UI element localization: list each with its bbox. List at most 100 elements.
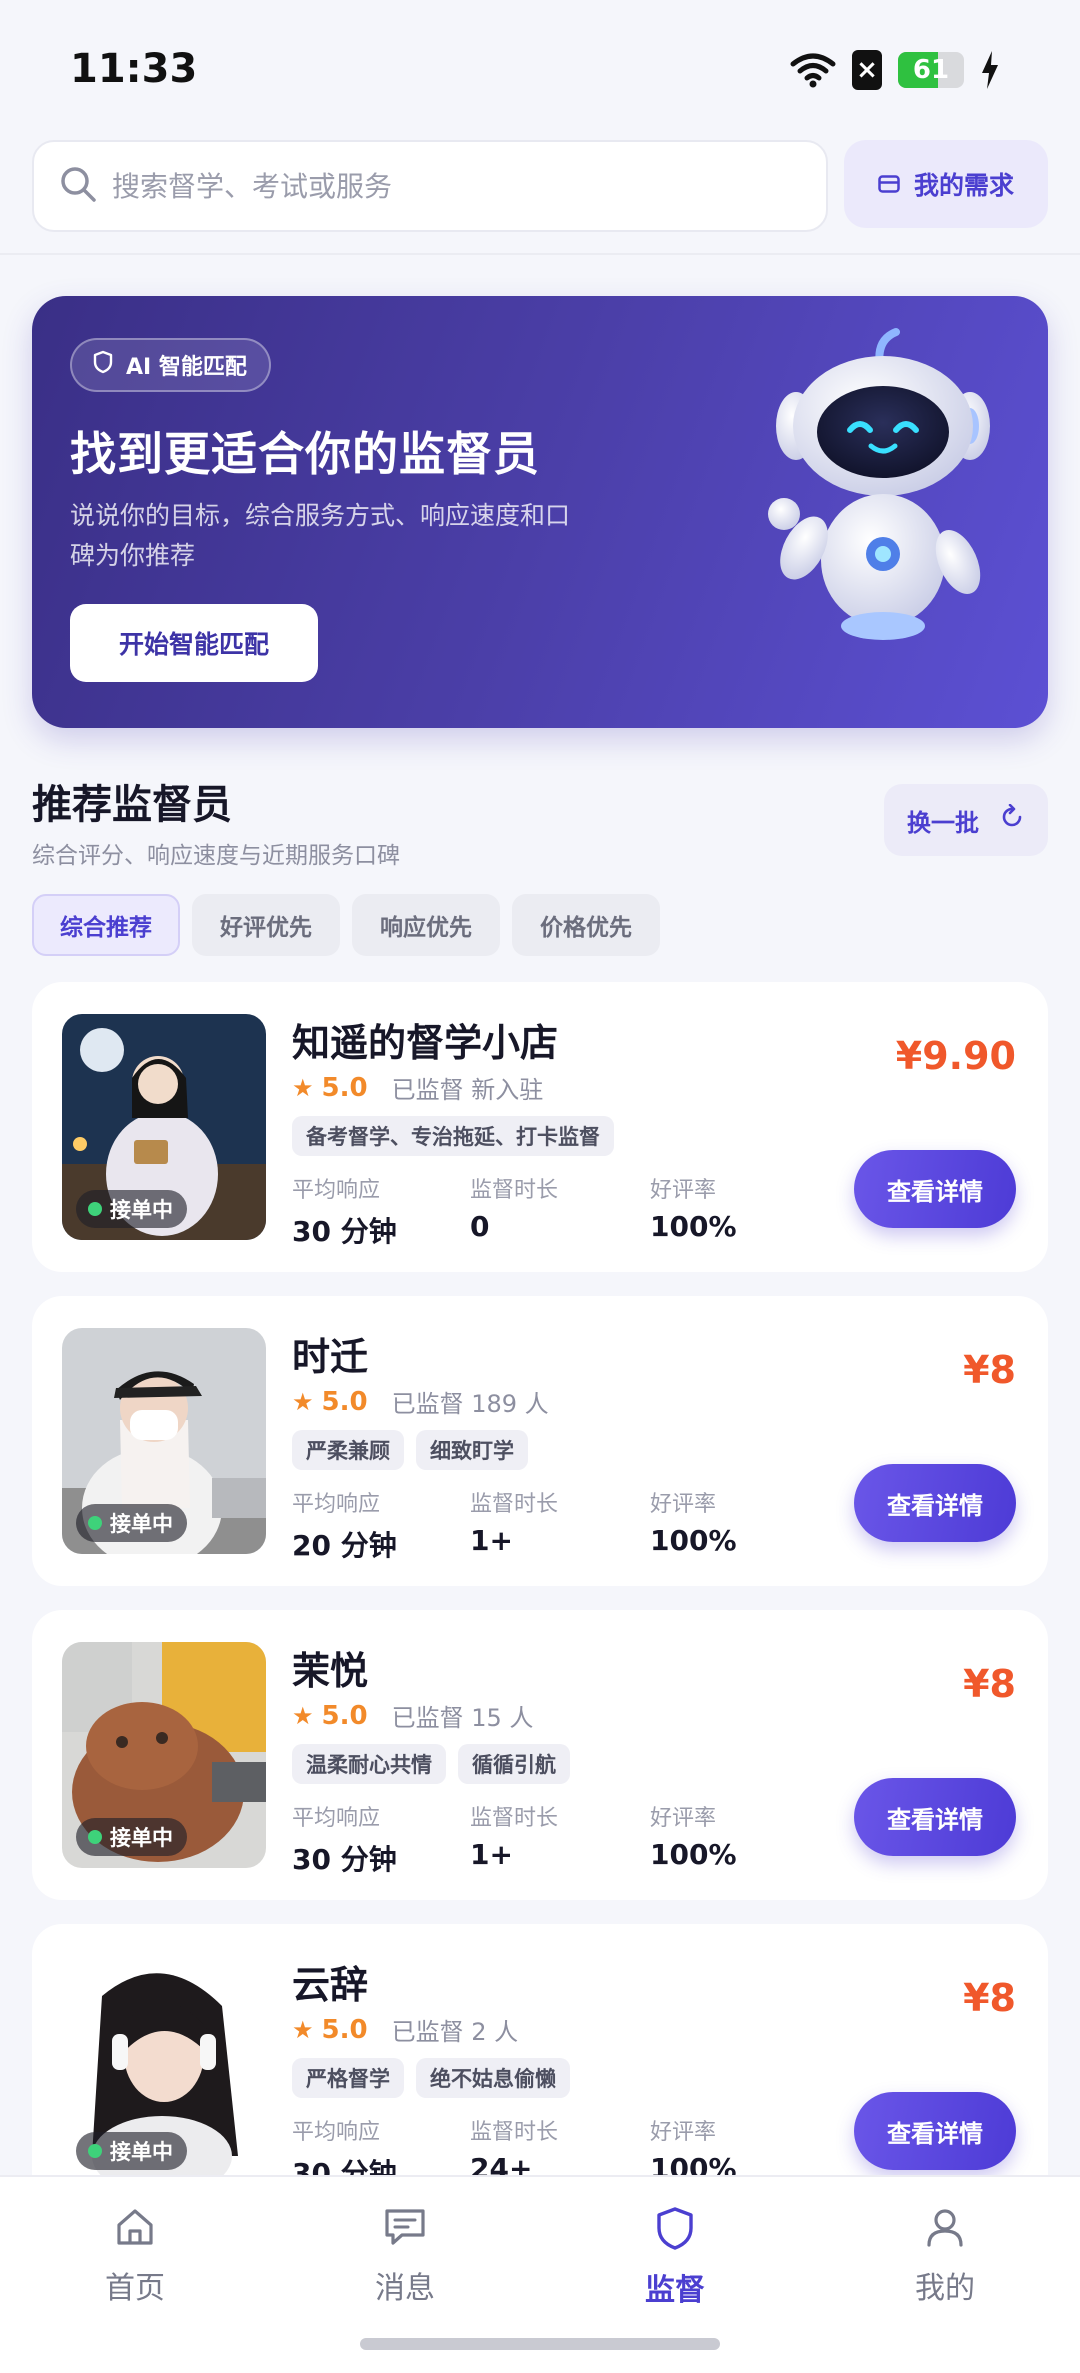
sort-chip-rating[interactable]: 好评优先 [192,894,340,956]
stat-label: 监督时长 [470,2120,559,2145]
sort-chip-response[interactable]: 响应优先 [352,894,500,956]
stats-row: 平均响应 30 分钟 监督时长 0 好评率 100% [292,1172,832,1248]
tab-home[interactable]: 首页 [35,2205,235,2307]
tab-label: 首页 [105,2271,165,2306]
stat-value: 100% [650,1838,737,1871]
tab-messages[interactable]: 消息 [305,2205,505,2307]
view-details-button[interactable]: 查看详情 [854,2092,1016,2170]
supervisor-card[interactable]: 接单中 云辞 ★ 5.0 已监督 2 人 严格督学 绝不姑息偷懒 平均响应 30… [32,1924,1048,2214]
stat-label: 平均响应 [292,1178,381,1203]
star-icon: ★ [292,1701,314,1730]
search-input[interactable] [112,169,792,203]
refresh-label: 换一批 [907,808,979,837]
rating-row: ★ 5.0 已监督 新入驻 [292,1070,543,1105]
tag-list: 温柔耐心共情 循循引航 [292,1744,570,1784]
stat-value: 1+ [470,1838,513,1871]
sort-chip-price[interactable]: 价格优先 [512,894,660,956]
stat-rate: 好评率 100% [650,1486,737,1557]
search-row: 我的需求 [32,140,1048,232]
stat-duration: 监督时长 1+ [470,1486,558,1557]
supervisor-card[interactable]: 接单中 时迁 ★ 5.0 已监督 189 人 严柔兼顾 细致盯学 平均响应 20… [32,1296,1048,1586]
section-subtitle: 综合评分、响应速度与近期服务口碑 [32,843,400,869]
served-count: 已监督 2 人 [391,2018,519,2046]
served-count: 已监督 新入驻 [391,1076,544,1104]
supervisor-name: 茉悦 [292,1649,369,1693]
stat-label: 好评率 [650,2120,717,2145]
battery-icon: 61 [898,52,964,88]
stat-label: 好评率 [650,1178,717,1203]
status-time: 11:33 [70,46,198,92]
stat-value: 1+ [470,1524,513,1557]
avatar: 接单中 [62,1328,266,1554]
status-bar: 11:33 × 61 [0,0,1080,140]
stat-duration: 监督时长 0 [470,1172,558,1243]
tag: 严柔兼顾 [292,1430,404,1470]
stat-value: 30 分钟 [292,1843,397,1876]
status-label: 接单中 [110,2140,173,2164]
online-dot [88,2144,102,2158]
status-label: 接单中 [110,1198,173,1222]
section-title: 推荐监督员 [32,782,232,828]
tab-profile[interactable]: 我的 [845,2205,1045,2307]
refresh-button[interactable]: 换一批 [884,784,1048,856]
online-dot [88,1830,102,1844]
online-dot [88,1202,102,1216]
refresh-icon [999,803,1025,836]
stat-value: 100% [650,1210,737,1243]
status-icons: × 61 [790,50,1000,90]
supervisor-card[interactable]: 接单中 茉悦 ★ 5.0 已监督 15 人 温柔耐心共情 循循引航 平均响应 3… [32,1610,1048,1900]
ai-badge-label: AI 智能匹配 [126,355,247,380]
avatar: 接单中 [62,1642,266,1868]
stat-label: 平均响应 [292,1806,381,1831]
wifi-icon [790,52,836,88]
online-dot [88,1516,102,1530]
tab-supervise[interactable]: 监督 [575,2205,775,2309]
rating-row: ★ 5.0 已监督 189 人 [292,1384,549,1419]
shield-icon [653,2205,697,2251]
star-icon: ★ [292,1073,314,1102]
tag-list: 备考督学、专治拖延、打卡监督 [292,1116,614,1156]
banner-title: 找到更适合你的监督员 [70,427,540,481]
search-box[interactable] [32,140,828,232]
sort-chip-overall[interactable]: 综合推荐 [32,894,180,956]
rating-value: 5.0 [321,1072,368,1103]
supervisor-card[interactable]: 接单中 知遥的督学小店 ★ 5.0 已监督 新入驻 备考督学、专治拖延、打卡监督… [32,982,1048,1272]
supervisor-name: 云辞 [292,1963,369,2007]
tab-label: 消息 [375,2271,435,2306]
stat-value: 20 分钟 [292,1529,397,1562]
stat-label: 监督时长 [470,1806,559,1831]
tag: 备考督学、专治拖延、打卡监督 [292,1116,614,1156]
rating-value: 5.0 [321,1386,368,1417]
tag: 循循引航 [458,1744,570,1784]
status-badge: 接单中 [76,1504,187,1542]
sort-chips: 综合推荐 好评优先 响应优先 价格优先 [32,894,660,956]
stat-value: 30 分钟 [292,1215,397,1248]
shield-icon [92,350,114,380]
stat-label: 平均响应 [292,2120,381,2145]
stat-response: 平均响应 30 分钟 [292,1800,397,1878]
profile-icon [923,2205,967,2249]
stat-duration: 监督时长 1+ [470,1800,558,1871]
search-icon [58,164,98,208]
stat-label: 好评率 [650,1806,717,1831]
stat-label: 监督时长 [470,1492,559,1517]
price: ¥8 [963,1662,1016,1706]
view-details-button[interactable]: 查看详情 [854,1464,1016,1542]
charging-icon [980,51,1000,89]
tag: 绝不姑息偷懒 [416,2058,570,2098]
tag: 细致盯学 [416,1430,528,1470]
rating-value: 5.0 [321,1700,368,1731]
banner-subtitle: 说说你的目标，综合服务方式、响应速度和口碑为你推荐 [70,501,571,570]
my-needs-label: 我的需求 [913,171,1014,200]
start-match-button[interactable]: 开始智能匹配 [70,604,318,682]
rating-row: ★ 5.0 已监督 15 人 [292,1698,533,1733]
stat-response: 平均响应 30 分钟 [292,1172,397,1250]
view-details-button[interactable]: 查看详情 [854,1150,1016,1228]
supervisor-name: 时迁 [292,1335,369,1379]
served-count: 已监督 15 人 [391,1704,534,1732]
message-icon [382,2205,428,2249]
my-needs-button[interactable]: 我的需求 [844,140,1048,228]
ai-badge: AI 智能匹配 [70,338,271,392]
stat-label: 平均响应 [292,1492,381,1517]
view-details-button[interactable]: 查看详情 [854,1778,1016,1856]
